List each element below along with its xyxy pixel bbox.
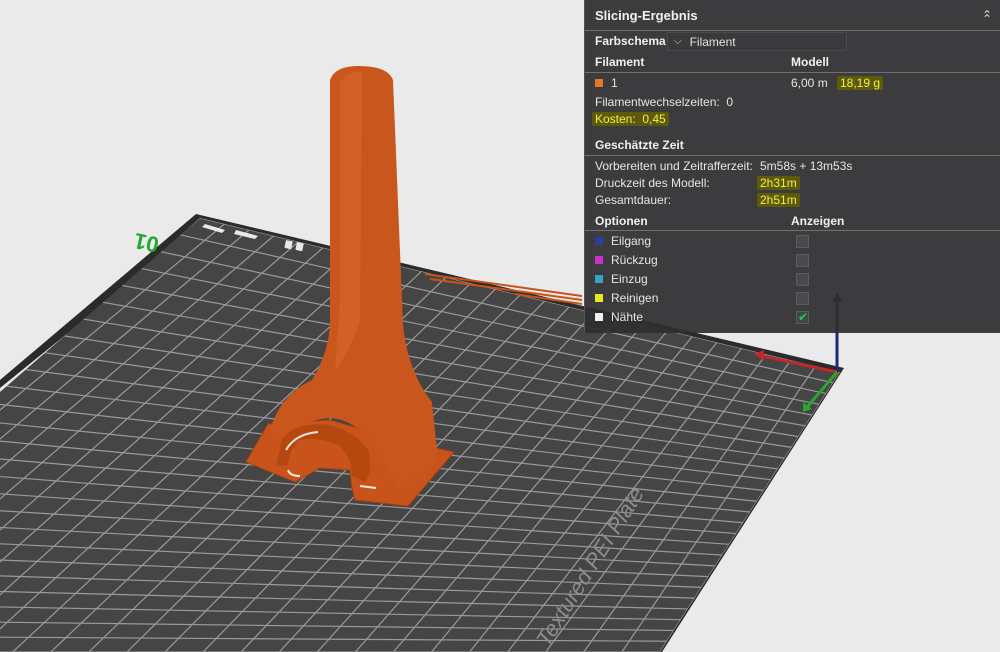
filament-column-header: Filament [595, 55, 645, 69]
option-label: Eilgang [611, 234, 652, 248]
option-color-swatch [595, 255, 603, 264]
filament-changes: Filamentwechselzeiten: 0 [595, 95, 734, 109]
option-color-swatch [595, 236, 603, 245]
divider [585, 30, 1000, 31]
divider [585, 155, 1000, 156]
chevron-down-icon: ⌵ [674, 36, 682, 47]
plate-number: 01 [132, 228, 161, 258]
color-scheme-value: Filament [689, 34, 736, 49]
cost: Kosten: 0,45 [592, 110, 669, 128]
prepare-time-value: 5m58s + 13m53s [760, 159, 853, 173]
option-show-checkbox[interactable] [796, 235, 809, 248]
filament-color-swatch [595, 78, 603, 87]
options-column-header: Optionen [595, 214, 648, 228]
slicing-result-panel: Slicing-Ergebnis ⌃ ⌃ Farbschema ⌵ Filamen… [584, 0, 1000, 333]
option-show-checkbox[interactable]: ✔ [796, 310, 809, 324]
print-time-label: Druckzeit des Modell: [595, 176, 710, 190]
prepare-time-label: Vorbereiten und Zeitrafferzeit: [595, 159, 753, 173]
model-column-header: Modell [791, 55, 829, 69]
filament-id: 1 [611, 76, 618, 90]
color-scheme-label: Farbschema [595, 34, 666, 48]
option-show-checkbox[interactable] [796, 273, 809, 286]
option-row: Reinigen [595, 289, 658, 307]
filament-length: 6,00 m [791, 76, 828, 90]
option-row: Eilgang [595, 232, 651, 250]
print-time-value: 2h31m [757, 174, 800, 192]
total-time-label: Gesamtdauer: [595, 193, 672, 207]
estimated-time-heading: Geschätzte Zeit [595, 138, 684, 152]
option-label: Einzug [611, 272, 648, 286]
option-label: Reinigen [611, 291, 659, 305]
option-color-swatch [595, 274, 603, 283]
option-color-swatch [595, 293, 603, 302]
checkmark-icon: ✔ [798, 310, 809, 324]
show-column-header: Anzeigen [791, 214, 845, 228]
option-label: Nähte [611, 310, 644, 324]
total-time-value: 2h51m [757, 191, 800, 209]
option-label: Rückzug [611, 253, 658, 267]
option-color-swatch [595, 312, 603, 321]
filament-row: 1 [595, 74, 618, 92]
option-show-checkbox[interactable] [796, 292, 809, 305]
divider [585, 230, 1000, 231]
option-row: Rückzug [595, 251, 658, 269]
filament-weight: 18,19 g [837, 74, 884, 92]
option-row: Einzug [595, 270, 648, 288]
chevron-up-double-icon[interactable]: ⌃ ⌃ [980, 8, 994, 26]
option-row: Nähte [595, 308, 643, 326]
option-show-checkbox[interactable] [796, 254, 809, 267]
divider [585, 72, 1000, 73]
color-scheme-select[interactable]: ⌵ Filament [667, 32, 847, 51]
panel-title: Slicing-Ergebnis [595, 7, 698, 23]
